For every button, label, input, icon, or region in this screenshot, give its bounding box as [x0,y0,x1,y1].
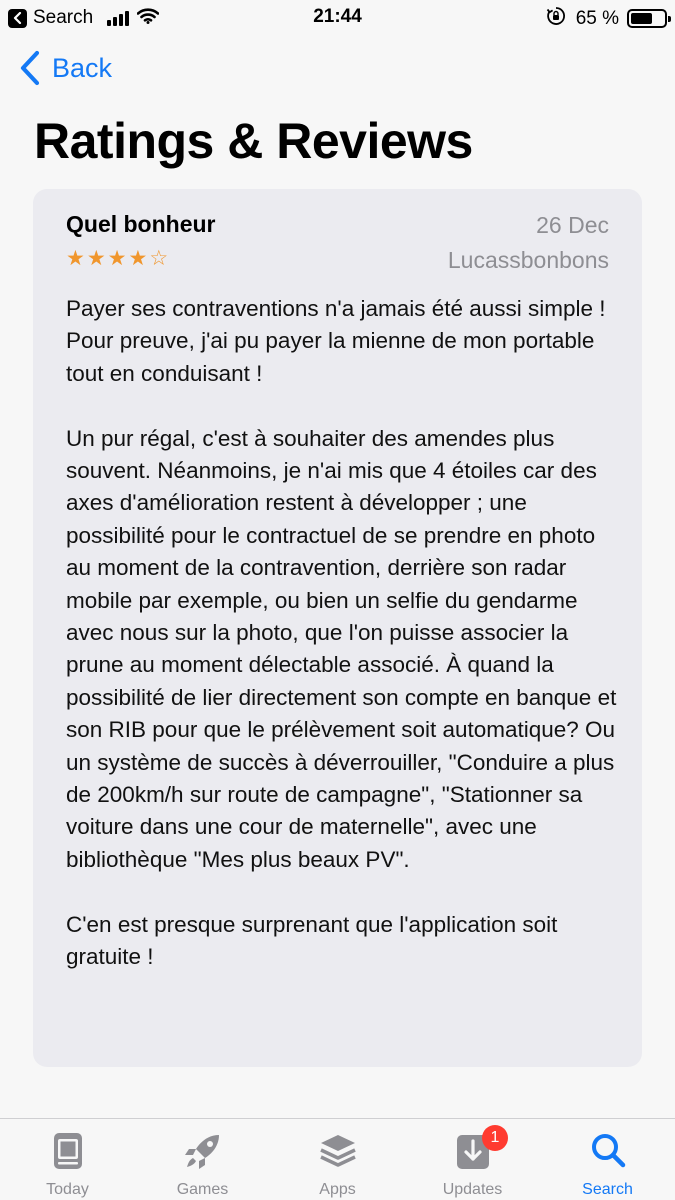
back-button[interactable]: Back [18,50,112,86]
rocket-icon [184,1135,219,1169]
review-paragraph: Un pur régal, c'est à souhaiter des amen… [66,425,617,872]
review-body: Payer ses contraventions n'a jamais été … [66,293,621,1006]
tab-updates[interactable]: 1 Updates [405,1119,540,1200]
review-title: Quel bonheur [66,211,216,237]
tab-apps[interactable]: Apps [270,1119,405,1200]
star-empty-icon: ☆ [149,247,169,270]
tab-label: Apps [319,1181,356,1198]
star-icon: ★ [66,247,85,270]
updates-badge: 1 [482,1125,508,1151]
battery-fill [631,13,652,24]
layers-icon [319,1135,356,1167]
tab-search[interactable]: Search [540,1119,675,1200]
tab-bar: Today Games Apps 1 Updates Search [0,1118,675,1200]
tab-label: Games [176,1181,229,1198]
review-date: 26 Dec [536,212,609,238]
star-rating: ★ ★ ★ ★ ☆ [66,247,168,271]
battery-icon [627,9,671,28]
review-card: Quel bonheur 26 Dec ★ ★ ★ ★ ☆ Lucassbonb… [33,189,642,1067]
status-bar: Search 21:44 65 % [0,0,675,36]
review-paragraph: C'en est presque surprenant que l'applic… [66,911,558,970]
back-label: Back [52,52,113,83]
star-icon: ★ [128,247,148,270]
tab-games[interactable]: Games [135,1119,270,1200]
tab-today[interactable]: Today [0,1119,135,1200]
star-icon: ★ [86,247,106,270]
star-icon: ★ [107,247,127,270]
today-icon [53,1133,82,1169]
search-icon [591,1134,625,1168]
status-bar-right: 65 % [546,6,671,31]
battery-percentage: 65 % [575,7,619,29]
orientation-lock-icon [546,6,566,31]
page-title: Ratings & Reviews [34,113,473,169]
tab-label: Today [46,1181,89,1198]
tab-label: Updates [442,1181,503,1198]
review-paragraph: Payer ses contraventions n'a jamais été … [66,296,606,386]
review-author: Lucassbonbons [447,247,609,273]
tab-label: Search [582,1181,633,1198]
chevron-left-icon [20,50,40,86]
